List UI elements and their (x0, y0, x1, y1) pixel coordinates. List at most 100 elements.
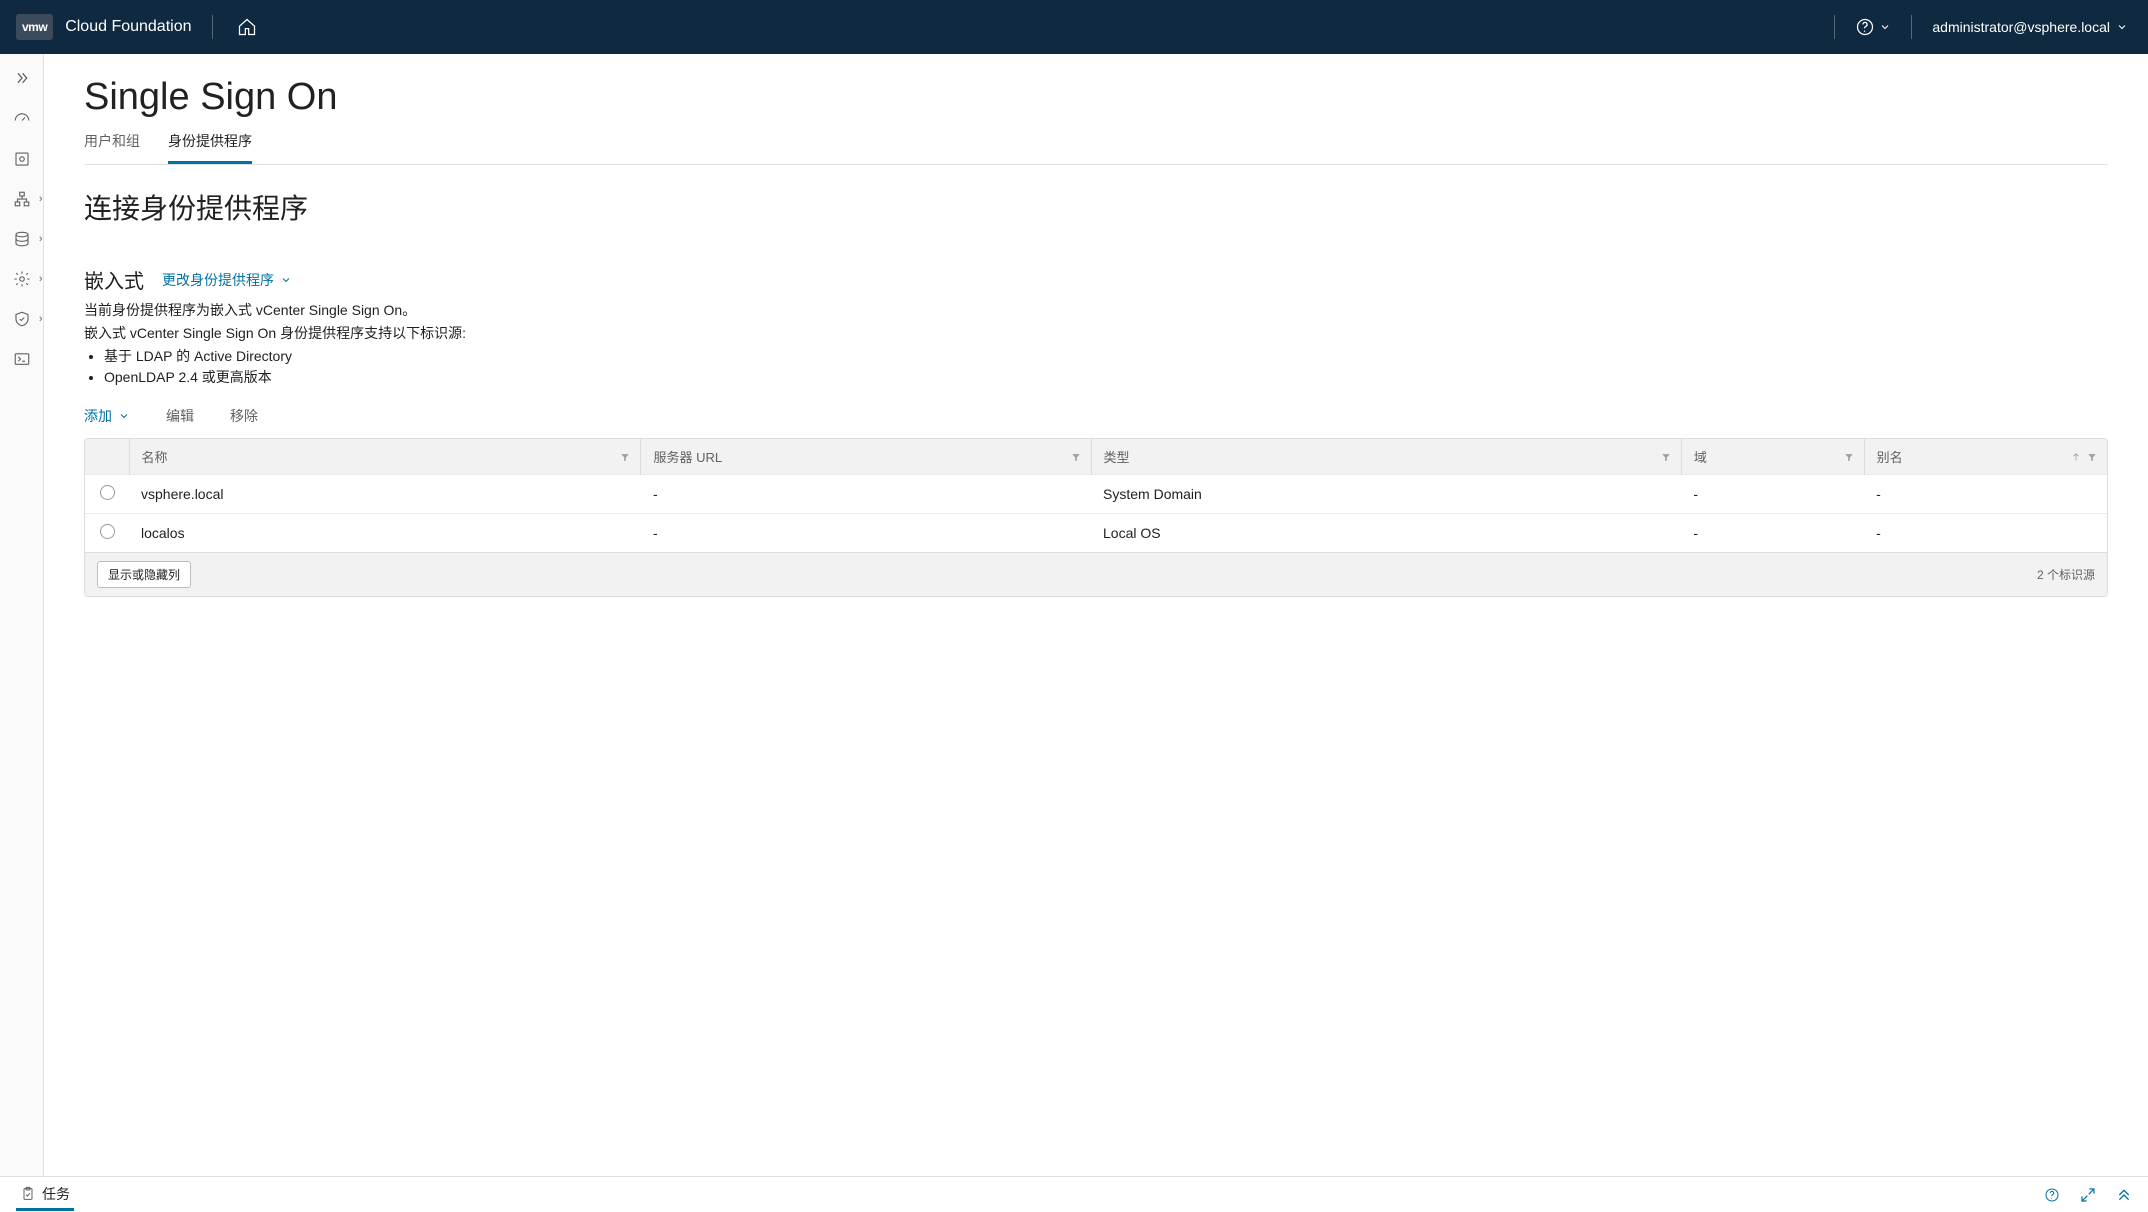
cell-alias: - (1864, 514, 2107, 553)
footer-expand-button[interactable] (2080, 1187, 2096, 1203)
hierarchy-icon (13, 190, 31, 208)
app-footer: 任务 (0, 1176, 2148, 1212)
sidebar-item-security[interactable] (13, 310, 31, 328)
col-domain: 域 (1681, 439, 1864, 475)
column-toggle-button[interactable]: 显示或隐藏列 (97, 561, 191, 588)
header-right: administrator@vsphere.local (1826, 13, 2132, 41)
sort-asc-icon[interactable] (2071, 452, 2081, 462)
sidebar-item-storage[interactable] (13, 230, 31, 248)
table-footer: 显示或隐藏列 2 个标识源 (85, 552, 2107, 596)
description-line-1: 当前身份提供程序为嵌入式 vCenter Single Sign On。 (84, 300, 2108, 321)
change-identity-provider-link[interactable]: 更改身份提供程序 (162, 270, 292, 290)
sidebar-item-dashboard[interactable] (13, 110, 31, 128)
supported-source-item: OpenLDAP 2.4 或更高版本 (104, 367, 2108, 388)
app-body: Single Sign On 用户和组 身份提供程序 连接身份提供程序 嵌入式 … (0, 54, 2148, 1176)
user-menu[interactable]: administrator@vsphere.local (1928, 15, 2132, 39)
database-icon (13, 230, 31, 248)
remove-button[interactable]: 移除 (230, 406, 258, 426)
footer-tasks-tab[interactable]: 任务 (16, 1178, 74, 1211)
sidebar-item-inventory[interactable] (13, 150, 31, 168)
sidebar-expand-toggle[interactable] (12, 68, 32, 88)
embedded-heading-row: 嵌入式 更改身份提供程序 (84, 265, 2108, 294)
filter-icon[interactable] (620, 452, 630, 462)
filter-icon[interactable] (2087, 452, 2097, 462)
chevron-down-icon (118, 410, 130, 422)
table-row[interactable]: vsphere.local - System Domain - - (85, 475, 2107, 514)
identity-sources-table: 名称 服务器 URL (84, 438, 2108, 597)
terminal-icon (13, 350, 31, 368)
chevron-down-icon (280, 274, 292, 286)
table-row[interactable]: localos - Local OS - - (85, 514, 2107, 553)
cell-type: System Domain (1091, 475, 1681, 514)
chevron-down-icon (1879, 21, 1891, 33)
col-server-url: 服务器 URL (641, 439, 1091, 475)
add-button[interactable]: 添加 (84, 406, 130, 426)
cell-server-url: - (641, 514, 1091, 553)
sidebar (0, 54, 44, 1176)
shield-icon (13, 310, 31, 328)
home-button[interactable] (233, 13, 261, 41)
footer-collapse-button[interactable] (2116, 1187, 2132, 1203)
cell-domain: - (1681, 514, 1864, 553)
main-content: Single Sign On 用户和组 身份提供程序 连接身份提供程序 嵌入式 … (44, 54, 2148, 1176)
help-menu[interactable] (1851, 13, 1895, 41)
col-name-label: 名称 (142, 450, 168, 465)
col-alias-label: 别名 (1877, 450, 1903, 465)
col-server-url-label: 服务器 URL (653, 450, 722, 465)
filter-icon[interactable] (1661, 452, 1671, 462)
col-select (85, 439, 129, 475)
tab-identity-providers[interactable]: 身份提供程序 (168, 123, 252, 164)
header-left: vmw Cloud Foundation (16, 13, 261, 41)
col-alias: 别名 (1864, 439, 2107, 475)
app-header: vmw Cloud Foundation (0, 0, 2148, 54)
page-title: Single Sign On (84, 76, 2108, 119)
double-chevron-up-icon (2116, 1187, 2132, 1203)
col-domain-label: 域 (1694, 450, 1707, 465)
help-icon (1855, 17, 1875, 37)
sidebar-item-settings[interactable] (13, 270, 31, 288)
supported-source-item: 基于 LDAP 的 Active Directory (104, 346, 2108, 367)
row-select-radio[interactable] (100, 524, 115, 539)
product-name: Cloud Foundation (65, 18, 191, 36)
tab-users-groups[interactable]: 用户和组 (84, 123, 140, 164)
gear-icon (13, 270, 31, 288)
supported-sources-list: 基于 LDAP 的 Active Directory OpenLDAP 2.4 … (84, 346, 2108, 388)
col-type-label: 类型 (1104, 450, 1130, 465)
expand-icon (2080, 1187, 2096, 1203)
filter-icon[interactable] (1071, 452, 1081, 462)
footer-right (2044, 1187, 2132, 1203)
footer-help-button[interactable] (2044, 1187, 2060, 1203)
description-line-2: 嵌入式 vCenter Single Sign On 身份提供程序支持以下标识源… (84, 323, 2108, 344)
double-chevron-right-icon (14, 70, 30, 86)
sidebar-item-dev[interactable] (13, 350, 31, 368)
embedded-label: 嵌入式 (84, 265, 144, 294)
vmware-logo: vmw (16, 14, 53, 40)
sidebar-item-workloads[interactable] (13, 190, 31, 208)
edit-button[interactable]: 编辑 (166, 406, 194, 426)
cell-name: localos (129, 514, 641, 553)
row-count-label: 2 个标识源 (2037, 566, 2095, 583)
change-identity-provider-text: 更改身份提供程序 (162, 270, 274, 290)
section-title: 连接身份提供程序 (84, 187, 2108, 227)
divider (212, 15, 213, 39)
clipboard-icon (20, 1186, 36, 1202)
chevron-down-icon (2116, 21, 2128, 33)
cell-alias: - (1864, 475, 2107, 514)
footer-tasks-label: 任务 (42, 1184, 70, 1204)
user-name: administrator@vsphere.local (1932, 19, 2110, 35)
filter-icon[interactable] (1844, 452, 1854, 462)
gauge-icon (13, 110, 31, 128)
page-tabs: 用户和组 身份提供程序 (84, 123, 2108, 165)
cell-server-url: - (641, 475, 1091, 514)
divider (1911, 15, 1912, 39)
col-type: 类型 (1091, 439, 1681, 475)
row-select-radio[interactable] (100, 485, 115, 500)
help-icon (2044, 1187, 2060, 1203)
table-toolbar: 添加 编辑 移除 (84, 406, 2108, 426)
divider (1834, 15, 1835, 39)
add-label: 添加 (84, 406, 112, 426)
home-icon (237, 17, 257, 37)
cell-type: Local OS (1091, 514, 1681, 553)
col-name: 名称 (129, 439, 641, 475)
target-icon (13, 150, 31, 168)
